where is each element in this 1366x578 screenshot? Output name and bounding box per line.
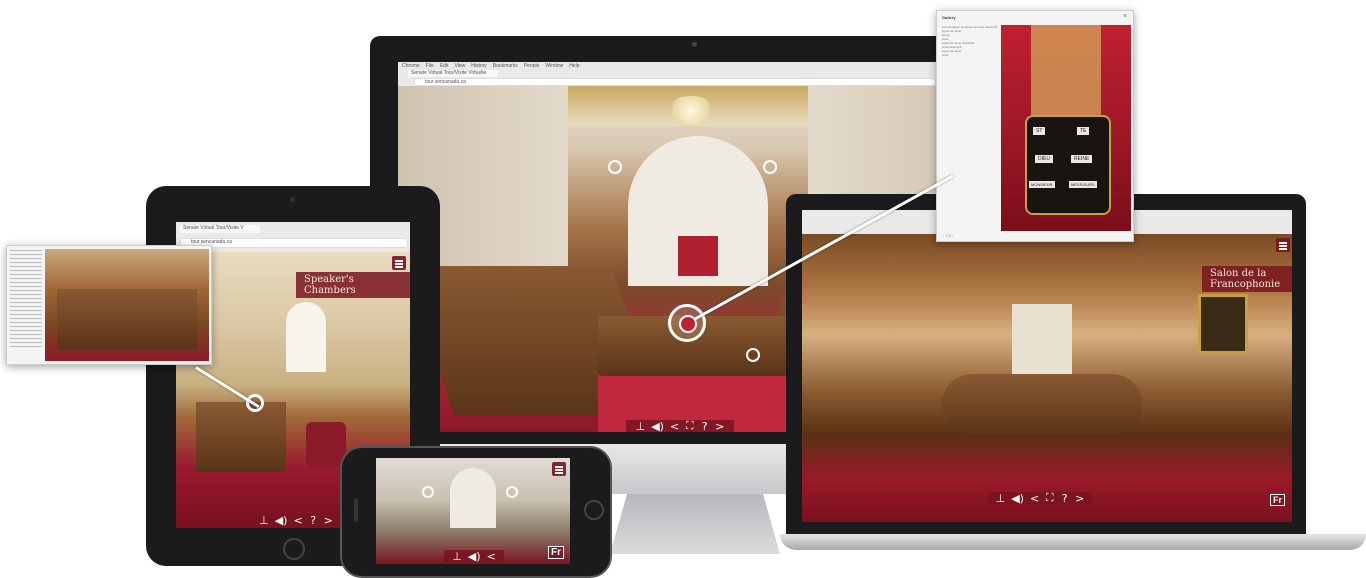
menu-item[interactable]: Window [545, 63, 563, 69]
volume-icon[interactable]: ◀) [468, 550, 481, 563]
desktop-menu-bar: Chrome File Edit View History Bookmarks … [402, 63, 579, 69]
desktop-tab[interactable]: Senate Virtual Tour/Visite Virtuelle [408, 70, 498, 77]
scene-title: Speaker's Chambers [296, 272, 410, 298]
fullscreen-icon[interactable]: ⛶ [685, 419, 694, 432]
help-icon[interactable]: ? [309, 514, 318, 527]
nav-hotspot[interactable] [763, 160, 777, 174]
language-toggle[interactable]: Fr [548, 546, 564, 559]
phone-speaker [354, 498, 358, 522]
portrait-painting [1198, 294, 1248, 354]
speakers-desk-info-panel [6, 245, 212, 365]
panel-heading: Gallery [942, 15, 956, 20]
panel-photo-books: ST TE DIEU REINE MONSIEUR MESSIEURS [1001, 25, 1131, 231]
speakers-desk-gallery-panel: Gallery × Accumulation de lignes de text… [936, 10, 1134, 242]
tab-title: Senate Virtual Tour/Visite Virtuelle [411, 70, 487, 76]
text-line: texte [942, 53, 949, 57]
throne [678, 236, 718, 276]
gothic-window [286, 302, 326, 372]
tablet-tab[interactable]: Senate Virtual Tour/Visite V [180, 225, 260, 233]
next-icon[interactable]: > [324, 514, 333, 527]
monitor-neck [610, 494, 780, 554]
volume-icon[interactable]: ◀) [1011, 492, 1024, 505]
next-icon[interactable]: > [715, 420, 724, 433]
smartphone: ⊥ ◀) < Fr [340, 446, 612, 578]
panel-description: Accumulation de lignes de texte descript… [942, 25, 998, 57]
book-label: DIEU [1035, 155, 1053, 163]
book-label: REINE [1071, 155, 1093, 163]
desktop-browser-chrome: Chrome File Edit View History Bookmarks … [398, 62, 996, 87]
menu-item[interactable]: View [454, 63, 465, 69]
menu-icon[interactable] [1276, 238, 1290, 252]
tablet-address-bar[interactable]: tour.sencanada.ca [180, 238, 408, 248]
chandelier [666, 96, 716, 126]
desktop-address-bar[interactable]: tour.sencanada.ca [414, 78, 936, 86]
menu-item[interactable]: File [426, 63, 434, 69]
book-label: MONSIEUR [1029, 181, 1055, 188]
home-icon[interactable]: ⊥ [636, 420, 646, 433]
help-icon[interactable]: ? [700, 420, 709, 433]
desktop-toolbar: ⊥ ◀) < ⛶ ? > [626, 419, 734, 433]
panel-photo-desk [45, 249, 209, 361]
share-icon[interactable]: < [487, 550, 496, 563]
menu-item[interactable]: People [524, 63, 540, 69]
menu-item[interactable]: History [471, 63, 487, 69]
phone-toolbar: ⊥ ◀) < [444, 550, 504, 563]
close-icon[interactable]: × [1123, 13, 1127, 20]
menu-item[interactable]: Chrome [402, 63, 420, 69]
monitor-camera [692, 42, 697, 47]
nav-hotspot[interactable] [746, 348, 760, 362]
language-toggle[interactable]: Fr [1270, 494, 1285, 506]
tablet-camera [290, 197, 295, 202]
panel-sidebar-text [10, 250, 42, 350]
fireplace [1012, 304, 1072, 374]
salon-panorama[interactable]: Salon de la Francophonie ⊥ ◀) < ⛶ ? > Fr [802, 234, 1292, 522]
book-label: TE [1077, 127, 1090, 135]
tab-title: Senate Virtual Tour/Visite V [183, 225, 244, 231]
menu-icon[interactable] [552, 462, 566, 476]
volume-icon[interactable]: ◀) [651, 420, 664, 433]
menu-icon[interactable] [392, 256, 406, 270]
next-icon[interactable]: > [1075, 492, 1084, 505]
book-label: MESSIEURS [1069, 181, 1097, 188]
menu-item[interactable]: Help [569, 63, 579, 69]
nav-hotspot[interactable] [506, 486, 518, 498]
home-icon[interactable]: ⊥ [452, 550, 462, 563]
laptop-screen: Salon de la Francophonie ⊥ ◀) < ⛶ ? > Fr [802, 210, 1292, 522]
throne-back [1031, 25, 1101, 115]
volume-icon[interactable]: ◀) [275, 514, 288, 527]
share-icon[interactable]: < [670, 420, 679, 433]
book-stand: ST TE DIEU REINE MONSIEUR MESSIEURS [1025, 115, 1111, 215]
speakers-desk [196, 402, 286, 472]
fullscreen-icon[interactable]: ⛶ [1045, 491, 1054, 505]
home-icon[interactable]: ⊥ [996, 492, 1006, 505]
tablet-home-button[interactable] [283, 538, 305, 560]
phone-home-button[interactable] [584, 500, 604, 520]
nav-hotspot[interactable] [422, 486, 434, 498]
panel-nav[interactable]: ‹ 1/3 › [943, 233, 953, 238]
home-icon[interactable]: ⊥ [259, 514, 269, 527]
address-text: tour.sencanada.ca [425, 79, 466, 85]
book-label: ST [1033, 127, 1046, 135]
phone-screen: ⊥ ◀) < Fr [376, 458, 570, 564]
laptop-base [780, 534, 1366, 550]
laptop-toolbar: ⊥ ◀) < ⛶ ? > [988, 491, 1092, 505]
menu-item[interactable]: Bookmarks [493, 63, 518, 69]
nav-hotspot[interactable] [608, 160, 622, 174]
share-icon[interactable]: < [1030, 492, 1039, 505]
tablet-toolbar: ⊥ ◀) < ? > [256, 514, 336, 527]
share-icon[interactable]: < [293, 514, 302, 527]
help-icon[interactable]: ? [1060, 492, 1069, 505]
conference-table [942, 374, 1142, 434]
desk-photo [57, 289, 197, 349]
scene-title: Salon de la Francophonie [1202, 266, 1292, 292]
menu-item[interactable]: Edit [440, 63, 449, 69]
phone-arch [450, 468, 496, 528]
laptop: Salon de la Francophonie ⊥ ◀) < ⛶ ? > Fr [780, 194, 1366, 556]
